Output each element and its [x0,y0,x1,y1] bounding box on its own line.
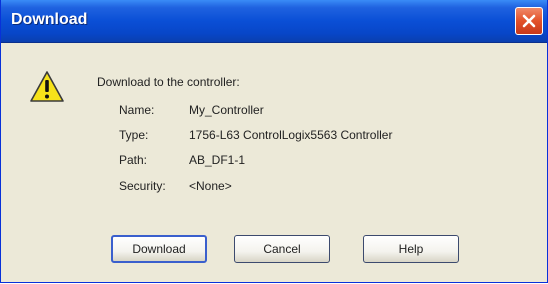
path-value: AB_DF1-1 [189,153,246,167]
close-icon [522,14,536,28]
name-label: Name: [119,103,155,117]
window-title: Download [11,11,88,28]
help-button[interactable]: Help [363,235,459,263]
security-label: Security: [119,179,166,193]
download-button[interactable]: Download [111,235,207,263]
type-label: Type: [119,128,149,142]
path-label: Path: [119,153,148,167]
cancel-button[interactable]: Cancel [234,235,330,263]
warning-icon [30,71,64,102]
security-value: <None> [189,179,232,193]
close-button[interactable] [515,7,543,35]
dialog-heading: Download to the controller: [97,75,240,89]
type-value: 1756-L63 ControlLogix5563 Controller [189,128,393,142]
title-bar[interactable]: Download [1,0,547,43]
download-dialog: Download Download to the controller: Nam… [0,0,548,283]
name-value: My_Controller [189,103,264,117]
